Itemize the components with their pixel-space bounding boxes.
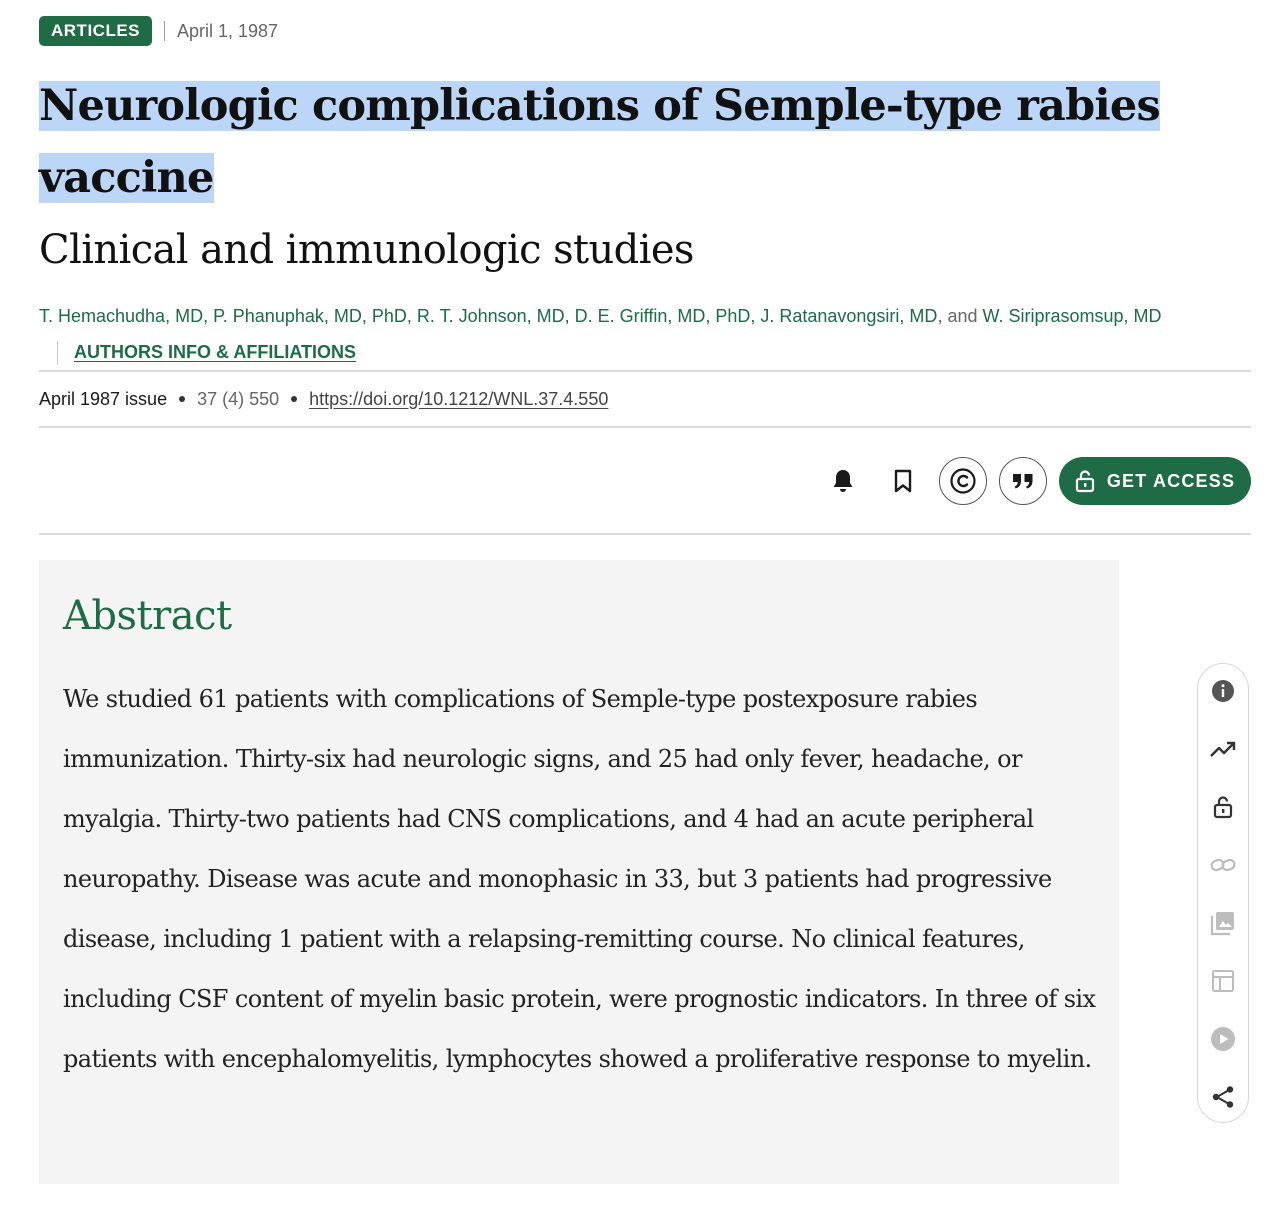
author-separator: ,	[937, 306, 948, 326]
share-icon	[1212, 1086, 1234, 1108]
images-icon	[1210, 912, 1234, 936]
doi-link[interactable]: https://doi.org/10.1212/WNL.37.4.550	[309, 389, 608, 410]
divider	[39, 370, 1251, 372]
media-button[interactable]	[1198, 1019, 1248, 1059]
quote-icon	[1013, 474, 1033, 489]
permissions-button[interactable]	[939, 457, 987, 505]
table-icon	[1212, 970, 1234, 992]
bullet-separator	[179, 396, 186, 402]
lock-icon	[1213, 796, 1233, 819]
unlock-icon	[1075, 470, 1094, 493]
link-button[interactable]	[1198, 845, 1248, 885]
author-separator: ,	[406, 306, 417, 326]
authors-info-affiliations-link[interactable]: AUTHORS INFO & AFFILIATIONS	[74, 342, 356, 362]
author-link[interactable]: D. E. Griffin, MD, PhD	[575, 306, 751, 326]
article-meta: ARTICLES April 1, 1987	[39, 16, 278, 46]
bookmark-button[interactable]	[879, 457, 927, 505]
article-type-badge[interactable]: ARTICLES	[39, 16, 152, 46]
play-icon	[1211, 1027, 1235, 1051]
bell-icon	[833, 470, 853, 492]
alert-button[interactable]	[819, 457, 867, 505]
author-list: T. Hemachudha, MD, P. Phanuphak, MD, PhD…	[39, 298, 1189, 370]
info-button[interactable]	[1198, 671, 1248, 711]
figures-button[interactable]	[1198, 903, 1248, 943]
author-link[interactable]: W. Siriprasomsup, MD	[983, 306, 1162, 326]
meta-divider	[164, 21, 165, 41]
article-actions: GET ACCESS	[807, 457, 1251, 505]
get-access-label: GET ACCESS	[1106, 470, 1236, 491]
volume-info: 37 (4) 550	[197, 388, 280, 409]
bullet-separator	[291, 396, 298, 402]
copyright-icon	[950, 468, 976, 494]
author-link[interactable]: T. Hemachudha, MD	[39, 306, 203, 326]
title-line-2: vaccine	[39, 153, 214, 203]
author-link[interactable]: J. Ratanavongsiri, MD	[760, 306, 937, 326]
access-button[interactable]	[1198, 787, 1248, 827]
abstract-section: Abstract We studied 61 patients with com…	[39, 560, 1119, 1184]
tables-button[interactable]	[1198, 961, 1248, 1001]
divider	[39, 426, 1251, 428]
metrics-button[interactable]	[1198, 729, 1248, 769]
issue-info: April 1987 issue 37 (4) 550 https://doi.…	[39, 384, 608, 414]
share-button[interactable]	[1198, 1077, 1248, 1117]
bookmark-icon	[894, 469, 912, 493]
trending-icon	[1210, 741, 1236, 757]
side-toolbar	[1197, 663, 1249, 1123]
author-link[interactable]: P. Phanuphak, MD, PhD	[213, 306, 407, 326]
author-separator: ,	[203, 306, 214, 326]
issue-link[interactable]: April 1987 issue	[39, 389, 167, 410]
abstract-heading: Abstract	[63, 593, 232, 639]
get-access-button[interactable]: GET ACCESS	[1059, 457, 1251, 505]
article-subtitle: Clinical and immunologic studies	[39, 227, 694, 273]
title-line-1: Neurologic complications of Semple-type …	[39, 81, 1161, 131]
publication-date: April 1, 1987	[177, 20, 279, 41]
author-separator: ,	[750, 306, 761, 326]
link-icon	[1210, 858, 1236, 872]
cite-button[interactable]	[999, 457, 1047, 505]
divider	[39, 533, 1251, 535]
author-link[interactable]: R. T. Johnson, MD	[417, 306, 565, 326]
author-conjunction: and	[947, 306, 978, 326]
article-title: Neurologic complications of Semple-type …	[39, 70, 1251, 214]
author-separator: ,	[564, 306, 575, 326]
info-icon	[1212, 680, 1234, 702]
affiliations-divider	[57, 341, 58, 366]
abstract-text: We studied 61 patients with complication…	[63, 685, 1096, 1073]
